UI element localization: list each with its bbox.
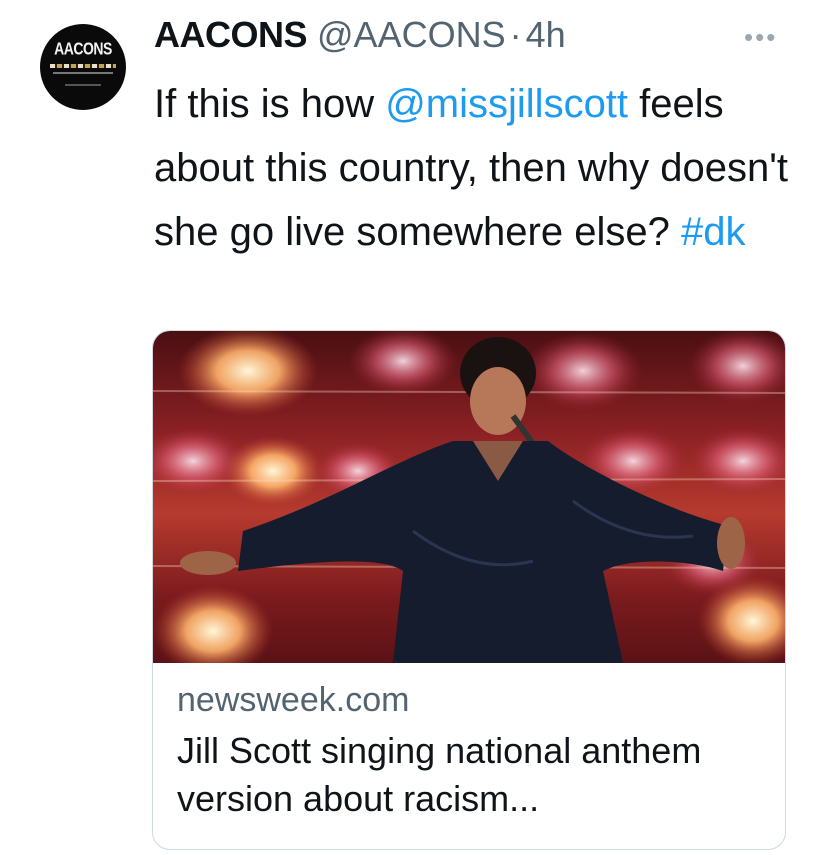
tweet-text: If this is how @missjillscott feels abou… <box>154 72 804 264</box>
mention-link[interactable]: @missjillscott <box>385 82 628 126</box>
author-avatar[interactable]: AACONS <box>40 24 126 110</box>
tweet-header: AACONS @AACONS · 4h <box>154 14 566 62</box>
logo-tagline-line <box>53 72 113 74</box>
card-title[interactable]: Jill Scott singing national anthem versi… <box>177 727 761 823</box>
card-image[interactable] <box>153 331 785 663</box>
stage-photo <box>153 331 785 663</box>
logo-stripe <box>50 64 116 68</box>
author-handle[interactable]: @AACONS <box>317 14 506 56</box>
more-options-icon[interactable]: ••• <box>744 22 777 53</box>
author-name[interactable]: AACONS <box>154 14 308 56</box>
hashtag-link[interactable]: #dk <box>681 210 746 254</box>
card-domain: newsweek.com <box>177 681 410 719</box>
tweet-text-prefix: If this is how <box>154 82 386 126</box>
tweet-timestamp[interactable]: 4h <box>526 14 566 56</box>
link-preview-card[interactable]: newsweek.com Jill Scott singing national… <box>152 330 786 850</box>
card-footer: newsweek.com Jill Scott singing national… <box>153 663 785 823</box>
header-separator: · <box>509 14 522 55</box>
logo-subline <box>65 84 101 86</box>
aacons-logo-text: AACONS <box>54 38 112 58</box>
